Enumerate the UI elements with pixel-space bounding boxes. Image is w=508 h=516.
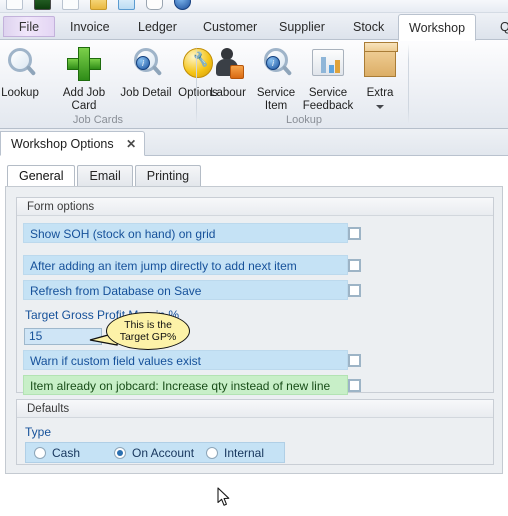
group-form-options: Form options Show SOH (stock on hand) on… (16, 197, 494, 395)
target-gp-value: 15 (29, 329, 43, 343)
option-label: Item already on jobcard: Increase qty in… (30, 379, 331, 393)
close-icon[interactable]: ✕ (126, 132, 136, 157)
ribbon-tab-invoice[interactable]: Invoice (60, 15, 120, 40)
document-tab-label: Workshop Options (11, 137, 114, 151)
ribbon-button-service-feedback[interactable]: Service Feedback (300, 44, 356, 112)
ribbon-tab-workshop[interactable]: Workshop (398, 14, 477, 41)
option-label: After adding an item jump directly to ad… (30, 259, 297, 273)
radio-label-on-account: On Account (132, 446, 195, 460)
tab-printing[interactable]: Printing (134, 165, 202, 187)
ribbon-tab-ledger[interactable]: Ledger (128, 15, 187, 40)
mouse-cursor (217, 487, 230, 506)
ribbon-group-job-cards: Lookup Add Job Card i Job Detail Options… (0, 40, 218, 129)
option-label: Refresh from Database on Save (30, 284, 202, 298)
label-type: Type (25, 425, 52, 439)
callout-line-1: This is the (124, 319, 172, 331)
checkbox-refresh-on-save[interactable] (348, 284, 361, 297)
group-defaults: Defaults Type Cash On Account Internal (16, 399, 494, 465)
monitor-green-icon[interactable] (34, 0, 51, 10)
inner-tab-bar: General Email Printing (7, 165, 203, 187)
ribbon-button-service-item[interactable]: i Service Item (248, 44, 304, 112)
ribbon-button-add-job-card[interactable]: Add Job Card (56, 44, 112, 112)
ribbon-group-divider (196, 44, 197, 124)
ribbon-group-lookup: Labour i Service Item Service Feedback E… (200, 40, 408, 129)
green-plus-icon (56, 44, 112, 84)
ribbon-tab-stock[interactable]: Stock (343, 15, 394, 40)
callout-line-2: Target GP% (119, 331, 177, 343)
magnifier-icon (0, 44, 48, 84)
checkbox-jump-next-item[interactable] (348, 259, 361, 272)
group-header-defaults: Defaults (17, 400, 493, 418)
ribbon-body: Lookup Add Job Card i Job Detail Options… (0, 40, 508, 129)
window-blue-icon[interactable] (118, 0, 135, 10)
radio-cash[interactable] (34, 447, 46, 459)
blank-page-icon[interactable] (62, 0, 79, 10)
ribbon-group-divider (408, 44, 409, 124)
info-icon[interactable] (174, 0, 191, 10)
checkbox-warn-custom-fields[interactable] (348, 354, 361, 367)
checkbox-show-soh[interactable] (348, 227, 361, 240)
document-tab-workshop-options[interactable]: Workshop Options ✕ (0, 131, 146, 157)
option-row-jump-next-item[interactable]: After adding an item jump directly to ad… (23, 255, 361, 275)
radio-label-cash: Cash (52, 446, 81, 460)
option-label: Show SOH (stock on hand) on grid (30, 227, 216, 241)
tab-email[interactable]: Email (77, 165, 133, 187)
ribbon-tab-customer[interactable]: Customer (193, 15, 267, 40)
ribbon-group-label-job-cards: Job Cards (72, 114, 124, 126)
magnifier-info-icon: i (248, 44, 304, 84)
folder-icon[interactable] (90, 0, 107, 10)
ribbon-button-job-detail[interactable]: i Job Detail (118, 44, 174, 100)
box-icon (352, 42, 408, 84)
group-header-form-options: Form options (17, 198, 493, 216)
option-row-increase-qty[interactable]: Item already on jobcard: Increase qty in… (23, 375, 361, 395)
pencil-icon[interactable] (6, 0, 23, 10)
ribbon-tab-supplier[interactable]: Supplier (269, 15, 335, 40)
option-row-refresh-on-save[interactable]: Refresh from Database on Save (23, 280, 361, 300)
ribbon-button-lookup[interactable]: Lookup (0, 44, 48, 100)
comment-icon[interactable] (146, 0, 163, 10)
radio-on-account[interactable] (114, 447, 126, 459)
workshop-options-page: General Email Printing Form options Show… (0, 156, 508, 516)
ribbon-tab-quotes[interactable]: Qu (490, 15, 508, 40)
callout-bubble: This is the Target GP% (106, 312, 190, 350)
radio-group-type: Cash On Account Internal (25, 442, 285, 463)
tab-general[interactable]: General (7, 165, 76, 187)
quick-access-toolbar (0, 0, 508, 13)
checkbox-increase-qty[interactable] (348, 379, 361, 392)
annotation-callout: This is the Target GP% (86, 312, 190, 362)
monitor-chart-icon (300, 44, 356, 84)
magnifier-info-icon: i (118, 44, 174, 84)
radio-label-internal: Internal (224, 446, 265, 460)
document-tab-bar: Workshop Options ✕ (0, 129, 508, 156)
radio-internal[interactable] (206, 447, 218, 459)
ribbon-group-label-lookup: Lookup (285, 114, 323, 126)
ribbon-tab-file[interactable]: File (3, 16, 55, 37)
option-row-show-soh[interactable]: Show SOH (stock on hand) on grid (23, 223, 361, 243)
ribbon-button-extra[interactable]: Extra (352, 42, 408, 112)
ribbon-tab-bar: File Invoice Ledger Customer Supplier St… (0, 13, 508, 41)
chevron-down-icon[interactable] (376, 104, 384, 109)
